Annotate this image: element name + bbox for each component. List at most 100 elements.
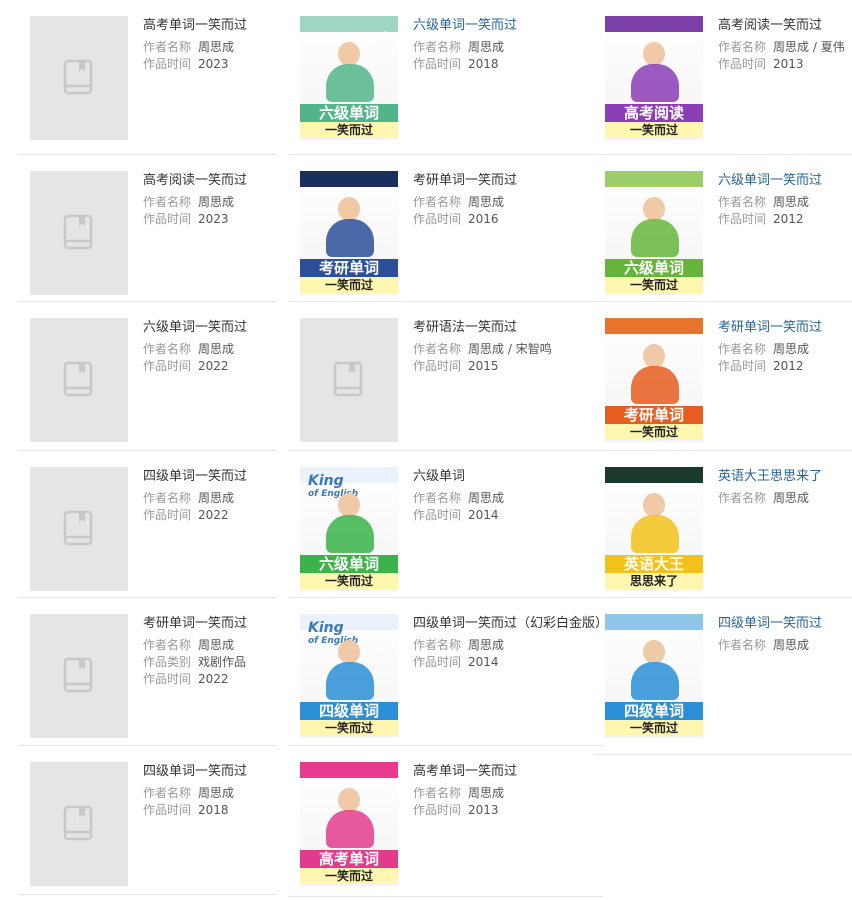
work-title[interactable]: 六级单词一笑而过: [143, 319, 247, 336]
author-label: 作者名称: [143, 195, 192, 209]
work-info: 高考阅读一笑而过 作者名称 周思成 作品时间 2023: [143, 172, 247, 228]
book-cover[interactable]: [30, 762, 128, 886]
work-item[interactable]: King of English 四级单词 一笑而过 四级单词一笑而过（幻彩白金版） 作者名…: [288, 598, 608, 746]
book-cover[interactable]: 四级单词 一笑而过: [605, 614, 703, 738]
cover-sub-title: 一笑而过: [605, 720, 703, 736]
cover-sub-title: 一笑而过: [605, 277, 703, 293]
work-item[interactable]: 四级单词一笑而过 作者名称 周思成 作品时间 2018: [18, 746, 277, 895]
cover-header-band: [605, 467, 703, 483]
book-cover[interactable]: 六级单词 一笑而过: [605, 171, 703, 295]
book-cover[interactable]: 英语大王 思思来了: [605, 467, 703, 591]
work-title[interactable]: 六级单词一笑而过: [718, 172, 822, 189]
book-cover[interactable]: 考研单词 一笑而过: [605, 318, 703, 442]
author-value: 周思成: [198, 195, 235, 209]
cover-person-head: [643, 344, 665, 368]
work-title[interactable]: 高考阅读一笑而过: [718, 17, 845, 34]
author-value: 周思成: [468, 786, 505, 800]
work-item[interactable]: 考研单词 一笑而过 考研单词一笑而过 作者名称 周思成 作品时间 2012: [594, 302, 852, 451]
book-placeholder-icon: [63, 657, 93, 693]
time-value: 2012: [773, 359, 804, 373]
work-info: 高考单词一笑而过 作者名称 周思成 作品时间 2013: [413, 763, 517, 819]
work-item[interactable]: 考研单词一笑而过 作者名称 周思成 作品类别 戏剧作品 作品时间 2022: [18, 598, 277, 746]
work-item[interactable]: 四级单词一笑而过 作者名称 周思成 作品时间 2022: [18, 451, 277, 598]
time-label: 作品时间: [413, 508, 462, 522]
cover-art: King of English 四级单词 一笑而过: [300, 614, 398, 738]
book-cover[interactable]: 高考阅读 一笑而过: [605, 16, 703, 140]
work-item[interactable]: 6 六级单词 一笑而过 六级单词一笑而过 作者名称 周思成 作品时间 2018: [288, 0, 603, 155]
book-placeholder-icon: [63, 214, 93, 250]
work-info: 四级单词一笑而过 作者名称 周思成 作品时间 2018: [143, 763, 247, 819]
work-title[interactable]: 四级单词一笑而过: [718, 615, 822, 632]
work-author-row: 作者名称 周思成: [413, 490, 504, 507]
book-cover[interactable]: 6 六级单词 一笑而过: [300, 16, 398, 140]
work-title[interactable]: 六级单词: [413, 468, 504, 485]
work-title[interactable]: 高考单词一笑而过: [413, 763, 517, 780]
work-item[interactable]: 高考阅读 一笑而过 高考阅读一笑而过 作者名称 周思成 / 夏伟 作品时间 2013: [594, 0, 852, 155]
cover-art: 英语大王 思思来了: [605, 467, 703, 591]
work-title[interactable]: 高考单词一笑而过: [143, 17, 247, 34]
author-value: 周思成: [468, 40, 505, 54]
work-title[interactable]: 考研单词一笑而过: [143, 615, 247, 632]
work-title[interactable]: 高考阅读一笑而过: [143, 172, 247, 189]
book-cover[interactable]: [30, 318, 128, 442]
cover-person-head: [643, 42, 665, 66]
work-item[interactable]: 高考单词 一笑而过 高考单词一笑而过 作者名称 周思成 作品时间 2013: [288, 746, 603, 897]
book-placeholder-icon: [63, 510, 93, 546]
book-cover[interactable]: [300, 318, 398, 442]
work-title[interactable]: 六级单词一笑而过: [413, 17, 517, 34]
book-cover[interactable]: [30, 16, 128, 140]
book-cover[interactable]: [30, 467, 128, 591]
book-cover[interactable]: [30, 171, 128, 295]
work-title[interactable]: 考研语法一笑而过: [413, 319, 552, 336]
cover-art: 高考单词 一笑而过: [300, 762, 398, 886]
work-info: 四级单词一笑而过（幻彩白金版） 作者名称 周思成 作品时间 2014: [413, 615, 608, 671]
cover-person-figure: [326, 662, 374, 700]
time-value: 2014: [468, 655, 499, 669]
work-title[interactable]: 考研单词一笑而过: [413, 172, 517, 189]
work-title[interactable]: 考研单词一笑而过: [718, 319, 822, 336]
book-cover[interactable]: 考研单词 一笑而过: [300, 171, 398, 295]
work-item[interactable]: 考研单词 一笑而过 考研单词一笑而过 作者名称 周思成 作品时间 2016: [288, 155, 603, 302]
work-title[interactable]: 四级单词一笑而过: [143, 468, 247, 485]
book-cover[interactable]: King of English 六级单词 一笑而过: [300, 467, 398, 591]
work-info: 考研语法一笑而过 作者名称 周思成 / 宋智鸣 作品时间 2015: [413, 319, 552, 375]
work-author-row: 作者名称 周思成: [718, 490, 822, 507]
work-item[interactable]: 高考阅读一笑而过 作者名称 周思成 作品时间 2023: [18, 155, 277, 302]
author-value: 周思成: [773, 195, 810, 209]
work-title[interactable]: 英语大王思思来了: [718, 468, 822, 485]
work-item[interactable]: 四级单词 一笑而过 四级单词一笑而过 作者名称 周思成: [594, 598, 852, 755]
author-value: 周思成 / 夏伟: [773, 40, 845, 54]
time-label: 作品时间: [413, 655, 462, 669]
works-column-1: 高考单词一笑而过 作者名称 周思成 作品时间 2023 高考阅读一笑而过 作者名称 周思成 作品…: [18, 0, 277, 895]
book-cover[interactable]: King of English 四级单词 一笑而过: [300, 614, 398, 738]
work-info: 六级单词 作者名称 周思成 作品时间 2014: [413, 468, 504, 524]
cover-sub-title: 一笑而过: [300, 277, 398, 293]
work-item[interactable]: 考研语法一笑而过 作者名称 周思成 / 宋智鸣 作品时间 2015: [288, 302, 603, 451]
work-author-row: 作者名称 周思成: [413, 785, 517, 802]
time-value: 2023: [198, 212, 229, 226]
cover-person-head: [643, 197, 665, 221]
book-cover[interactable]: [30, 614, 128, 738]
work-author-row: 作者名称 周思成: [143, 39, 247, 56]
time-value: 2022: [198, 672, 229, 686]
time-value: 2015: [468, 359, 499, 373]
cover-sub-title: 思思来了: [605, 573, 703, 589]
cover-sub-title: 一笑而过: [300, 720, 398, 736]
book-cover[interactable]: 高考单词 一笑而过: [300, 762, 398, 886]
cover-main-title: 英语大王: [605, 555, 703, 573]
author-value: 周思成: [468, 195, 505, 209]
book-placeholder-icon: [63, 805, 93, 841]
work-item[interactable]: 英语大王 思思来了 英语大王思思来了 作者名称 周思成: [594, 451, 852, 598]
time-label: 作品时间: [718, 57, 767, 71]
cover-main-title: 四级单词: [300, 702, 398, 720]
work-title[interactable]: 四级单词一笑而过（幻彩白金版）: [413, 615, 608, 632]
work-item[interactable]: 高考单词一笑而过 作者名称 周思成 作品时间 2023: [18, 0, 277, 155]
work-author-row: 作者名称 周思成: [718, 341, 822, 358]
work-item[interactable]: 六级单词一笑而过 作者名称 周思成 作品时间 2022: [18, 302, 277, 451]
work-title[interactable]: 四级单词一笑而过: [143, 763, 247, 780]
author-label: 作者名称: [143, 638, 192, 652]
works-column-2: 6 六级单词 一笑而过 六级单词一笑而过 作者名称 周思成 作品时间 2018 考研单词 一笑而过…: [288, 0, 608, 897]
author-label: 作者名称: [718, 195, 767, 209]
work-item[interactable]: King of English 六级单词 一笑而过 六级单词 作者名称 周思成 作品时间 201…: [288, 451, 603, 598]
work-item[interactable]: 六级单词 一笑而过 六级单词一笑而过 作者名称 周思成 作品时间 2012: [594, 155, 852, 302]
